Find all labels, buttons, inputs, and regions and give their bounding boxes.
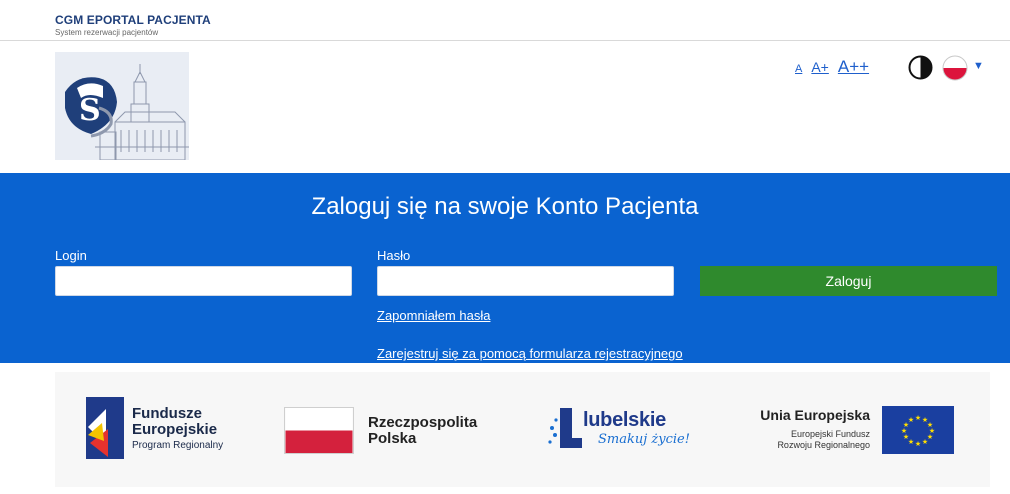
top-bar: CGM EPORTAL PACJENTA System rezerwacji p… xyxy=(0,0,1010,41)
svg-text:S: S xyxy=(79,93,101,128)
clinic-logo[interactable]: S xyxy=(55,52,189,160)
font-size-controls: A A+ A++ xyxy=(795,57,869,77)
brand-subtitle: System rezerwacji pacjentów xyxy=(55,28,159,37)
clinic-logo-image: S xyxy=(55,52,189,160)
fundusze-europejskie-logo-icon xyxy=(86,397,124,459)
login-title: Zaloguj się na swoje Konto Pacjenta xyxy=(311,193,699,220)
unia-europejska-subtitle: Europejski Fundusz Rozwoju Regionalnego xyxy=(720,429,870,451)
login-input[interactable] xyxy=(55,266,352,296)
login-label: Login xyxy=(55,248,87,263)
login-button[interactable]: Zaloguj xyxy=(700,266,997,296)
register-link[interactable]: Zarejestruj się za pomocą formularza rej… xyxy=(377,346,683,361)
svg-text:★: ★ xyxy=(908,416,914,424)
font-size-larger-link[interactable]: A+ xyxy=(811,59,829,75)
svg-text:★: ★ xyxy=(915,440,921,448)
contrast-toggle-icon[interactable] xyxy=(908,55,933,80)
font-size-normal-link[interactable]: A xyxy=(795,63,802,75)
rzeczpospolita-polska-text: Rzeczpospolita Polska xyxy=(368,415,477,447)
fe-line1: Fundusze xyxy=(132,405,202,422)
ue-line2: Rozwoju Regionalnego xyxy=(777,440,870,450)
rp-line1: Rzeczpospolita xyxy=(368,414,478,431)
fe-line2: Europejskie xyxy=(132,421,218,438)
ue-line1: Europejski Fundusz xyxy=(790,429,870,439)
svg-text:★: ★ xyxy=(922,438,928,446)
forgot-password-link[interactable]: Zapomniałem hasła xyxy=(377,308,490,323)
password-input[interactable] xyxy=(377,266,674,296)
font-size-largest-link[interactable]: A++ xyxy=(838,57,869,77)
rp-line2: Polska xyxy=(368,430,417,447)
fe-line3: Program Regionalny xyxy=(132,440,224,451)
poland-flag-icon[interactable] xyxy=(942,55,968,81)
svg-text:★: ★ xyxy=(915,414,921,422)
brand-title[interactable]: CGM EPORTAL PACJENTA xyxy=(55,13,211,27)
unia-europejska-title: Unia Europejska xyxy=(760,407,870,423)
eu-flag-icon: ★ ★ ★ ★ ★ ★ ★ ★ ★ ★ ★ ★ xyxy=(882,406,954,454)
lubelskie-text: lubelskie xyxy=(583,409,666,431)
lubelskie-tagline: Smakuj życie! xyxy=(598,432,690,447)
polish-flag-icon xyxy=(284,407,354,454)
fundusze-europejskie-text: Fundusze Europejskie Program Regionalny xyxy=(132,405,224,452)
password-label: Hasło xyxy=(377,248,411,263)
language-dropdown-caret-icon[interactable]: ▼ xyxy=(973,60,984,72)
